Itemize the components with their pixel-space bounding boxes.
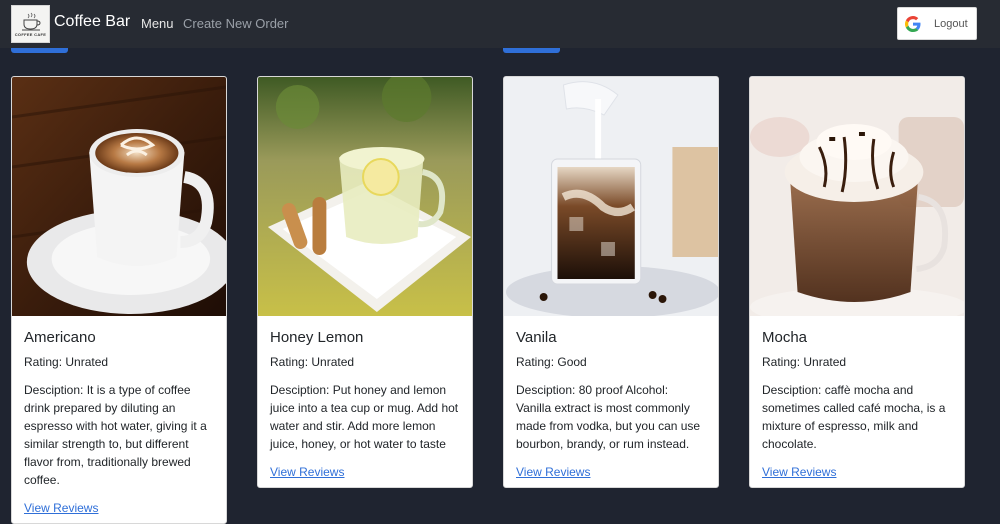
- card-title: Vanila: [516, 329, 557, 346]
- coffee-cup-icon: [21, 12, 41, 30]
- view-reviews-link[interactable]: View Reviews: [270, 465, 460, 479]
- tab-accent-right: [503, 48, 560, 53]
- vanila-photo: [504, 77, 718, 316]
- card-rating: Rating: Unrated: [24, 355, 109, 369]
- nav-menu-link[interactable]: Menu: [141, 16, 174, 31]
- card-title: Honey Lemon: [270, 329, 364, 346]
- americano-photo: [12, 77, 226, 316]
- card-description: Desciption: Put honey and lemon juice in…: [270, 383, 459, 451]
- card-title: Americano: [24, 329, 96, 346]
- menu-card-honey-lemon: Honey Lemon Rating: Unrated Desciption: …: [257, 76, 473, 488]
- menu-card-vanila: Vanila Rating: Good Desciption: 80 proof…: [503, 76, 719, 488]
- card-title: Mocha: [762, 329, 808, 346]
- view-reviews-link[interactable]: View Reviews: [24, 501, 214, 515]
- honey-lemon-photo: [258, 77, 472, 316]
- card-description: Desciption: It is a type of coffee drink…: [24, 383, 207, 487]
- menu-card-mocha: Mocha Rating: Unrated Desciption: caffè …: [749, 76, 965, 488]
- brand-name[interactable]: Coffee Bar: [54, 13, 130, 31]
- coffee-cafe-logo[interactable]: COFFEE CAFE: [11, 5, 50, 43]
- card-rating: Rating: Unrated: [270, 355, 355, 369]
- tab-accent-left: [11, 48, 68, 53]
- nav-create-order-link[interactable]: Create New Order: [183, 16, 288, 31]
- top-navbar: COFFEE CAFE Coffee Bar Menu Create New O…: [0, 0, 1000, 48]
- card-rating: Rating: Unrated: [762, 355, 847, 369]
- mocha-photo: [750, 77, 964, 316]
- view-reviews-link[interactable]: View Reviews: [516, 465, 706, 479]
- logo-text: COFFEE CAFE: [14, 31, 47, 37]
- google-g-icon: [905, 16, 921, 32]
- card-description: Desciption: 80 proof Alcohol: Vanilla ex…: [516, 383, 701, 451]
- card-description: Desciption: caffè mocha and sometimes ca…: [762, 383, 946, 451]
- view-reviews-link[interactable]: View Reviews: [762, 465, 952, 479]
- card-rating: Rating: Good: [516, 355, 587, 369]
- menu-card-americano: Americano Rating: Unrated Desciption: It…: [11, 76, 227, 524]
- logout-button[interactable]: Logout: [897, 7, 977, 40]
- logout-label: Logout: [934, 18, 968, 30]
